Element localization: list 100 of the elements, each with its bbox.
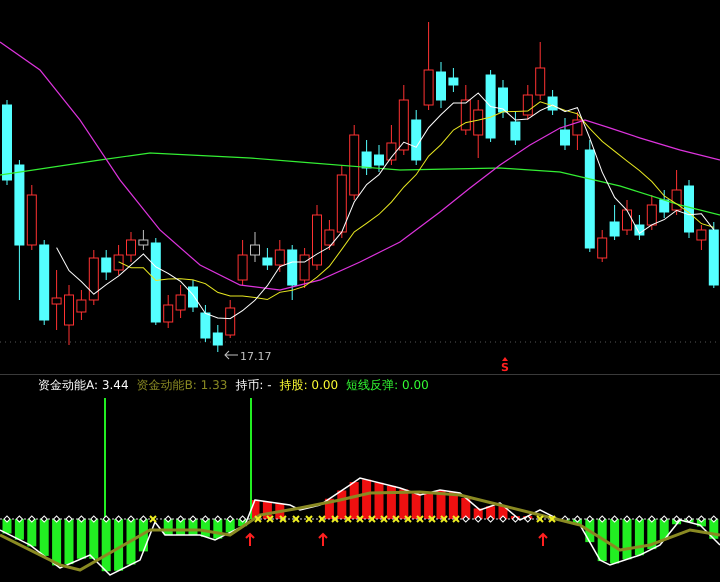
- diamond-marker: [202, 515, 210, 523]
- diamond-marker: [462, 515, 470, 523]
- candlestick: [597, 230, 608, 262]
- diamond-marker: [598, 515, 606, 523]
- diamond-marker: [164, 515, 172, 523]
- candlestick: [696, 224, 706, 250]
- diamond-marker: [710, 515, 718, 523]
- candlestick: [386, 124, 396, 166]
- diamond-marker: [474, 515, 482, 523]
- candlestick: [362, 140, 372, 176]
- cross-marker: [428, 515, 436, 523]
- candlestick: [225, 300, 236, 338]
- candlestick: [398, 84, 409, 156]
- diamond-marker: [127, 515, 135, 523]
- diamond-marker: [672, 515, 680, 523]
- candlestick: [274, 240, 285, 272]
- diamond-marker: [698, 515, 706, 523]
- candlestick: [300, 248, 310, 288]
- diamond-marker: [40, 515, 48, 523]
- candlestick: [622, 200, 632, 236]
- candlestick: [572, 112, 582, 150]
- diamond-marker: [685, 515, 693, 523]
- cross-marker: [254, 515, 262, 523]
- arrow-icon: [224, 350, 238, 360]
- up-arrow-icon: [318, 532, 328, 546]
- diamond-marker: [65, 515, 73, 523]
- diamond-marker: [3, 515, 11, 523]
- candlestick: [312, 204, 322, 270]
- cross-marker: [318, 515, 326, 523]
- candlestick: [188, 280, 198, 312]
- cross-marker: [416, 515, 424, 523]
- cross-marker: [380, 515, 388, 523]
- candlestick: [659, 190, 670, 218]
- up-arrow-icon: [245, 532, 255, 546]
- candlestick: [610, 204, 620, 240]
- triangle-icon: [502, 357, 508, 361]
- diamond-marker: [561, 515, 569, 523]
- diamond-marker: [648, 515, 656, 523]
- legend-label: 资金动能B: 1.33: [136, 376, 228, 394]
- candlestick: [262, 248, 272, 270]
- legend-label: 资金动能A: 3.44: [38, 376, 129, 394]
- up-arrow-icon: [538, 532, 548, 546]
- cross-marker: [266, 515, 274, 523]
- cross-marker: [368, 515, 376, 523]
- candlestick: [176, 284, 186, 318]
- candlestick: [64, 284, 74, 346]
- candlestick: [498, 80, 508, 118]
- diamond-marker: [176, 515, 184, 523]
- candlestick: [287, 244, 298, 300]
- candlestick: [88, 250, 99, 306]
- candlestick: [238, 240, 248, 286]
- candlestick: [212, 324, 223, 352]
- cross-marker: [344, 515, 352, 523]
- diamond-marker: [486, 515, 494, 523]
- low-price-label: 17.17: [240, 350, 272, 363]
- candlestick: [26, 184, 37, 250]
- cross-marker: [149, 515, 157, 523]
- diamond-marker: [512, 515, 520, 523]
- diamond-marker: [114, 515, 122, 523]
- candlestick: [473, 100, 484, 158]
- cross-marker: [279, 515, 287, 523]
- diamond-marker: [586, 515, 594, 523]
- diamond-marker: [238, 515, 246, 523]
- candlestick: [52, 270, 62, 330]
- candlestick: [324, 220, 334, 250]
- cross-marker: [440, 515, 448, 523]
- candlestick: [126, 232, 136, 262]
- cross-marker: [292, 515, 300, 523]
- candlestick: [684, 180, 694, 238]
- candlestick: [634, 214, 644, 240]
- diamond-marker: [214, 515, 222, 523]
- diamond-marker: [102, 515, 110, 523]
- candlestick: [436, 62, 446, 108]
- legend-label: 持币: -: [235, 376, 272, 394]
- signal-label: S: [501, 361, 509, 374]
- diamond-marker: [52, 515, 60, 523]
- candlestick: [548, 90, 558, 116]
- diamond-marker: [16, 515, 24, 523]
- diamond-marker: [28, 515, 36, 523]
- candlestick: [448, 68, 458, 92]
- diamond-marker: [660, 515, 668, 523]
- legend-label: 持股: 0.00: [280, 376, 338, 394]
- candlestick: [460, 84, 471, 136]
- candlestick: [560, 118, 570, 150]
- candlestick: [646, 194, 657, 230]
- candlestick: [250, 232, 260, 262]
- candlestick: [138, 230, 148, 250]
- cross-marker: [536, 515, 544, 523]
- candlestick: [708, 222, 719, 288]
- diamond-marker: [636, 515, 644, 523]
- candlestick: [76, 290, 86, 320]
- candlestick: [522, 84, 533, 120]
- diamond-marker: [499, 515, 507, 523]
- candlestick: [510, 112, 520, 146]
- cross-marker: [392, 515, 400, 523]
- diamond-marker: [189, 515, 197, 523]
- diamond-marker: [140, 515, 148, 523]
- diamond-marker: [226, 515, 234, 523]
- candlestick: [101, 250, 112, 280]
- candlestick: [672, 170, 682, 216]
